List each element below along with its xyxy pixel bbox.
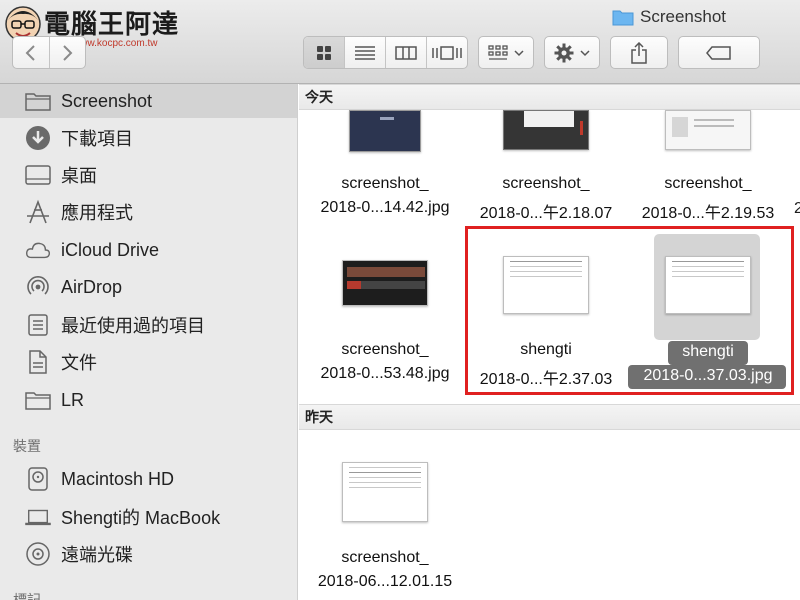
icon-view-button[interactable]: [304, 37, 345, 68]
list-view-button[interactable]: [345, 37, 386, 68]
sidebar-item-airdrop[interactable]: AirDrop: [0, 270, 297, 304]
file-name-line1: screenshot_: [341, 549, 429, 566]
overflow-file-label: 2: [794, 200, 800, 217]
section-header-today: 今天: [299, 84, 800, 110]
sidebar-item-label: 遠端光碟: [61, 545, 133, 565]
file-name-line2: 2018-0...午2.18.07: [479, 205, 613, 222]
file-thumbnail: [349, 110, 421, 152]
applications-icon: [25, 199, 51, 225]
file-thumbnail: [665, 110, 751, 150]
documents-icon: [25, 349, 51, 375]
file-name-line2: 2018-0...午2.37.03: [479, 371, 613, 388]
folder-icon: [25, 88, 51, 114]
sidebar-item-lr[interactable]: LR: [0, 383, 297, 417]
window-title-text: Screenshot: [640, 7, 726, 26]
sidebar-item-screenshot[interactable]: Screenshot: [0, 84, 297, 118]
sidebar-item-label: AirDrop: [61, 276, 123, 297]
back-forward-group: [12, 36, 86, 69]
file-thumbnail: [503, 110, 589, 150]
cover-flow-view-button[interactable]: [427, 37, 467, 68]
file-thumbnail: [342, 260, 428, 306]
section-header-yesterday: 昨天: [299, 404, 800, 430]
file-thumbnail: [665, 256, 751, 314]
file-name-line2: 2018-0...午2.19.53: [641, 205, 775, 222]
file-thumbnail: [503, 256, 589, 314]
column-view-icon: [395, 45, 417, 60]
sidebar-item-downloads[interactable]: 下載項目: [0, 121, 297, 155]
file-name-line1: screenshot_: [341, 341, 429, 358]
sidebar-item-label: 桌面: [61, 166, 97, 186]
chevron-right-icon: [63, 44, 73, 61]
recents-icon: [25, 312, 51, 338]
file-name-line1: screenshot_: [502, 175, 590, 192]
sidebar-section-devices: 裝置: [13, 438, 41, 454]
sidebar-item-remote-disc[interactable]: 遠端光碟: [0, 537, 297, 571]
file-name-line1: screenshot_: [664, 175, 752, 192]
file-name-line1: screenshot_: [341, 175, 429, 192]
hard-drive-icon: [25, 466, 51, 492]
sidebar-item-macintosh-hd[interactable]: Macintosh HD: [0, 462, 297, 496]
sidebar: Screenshot 下載項目 桌面 應用程式 iCloud Drive Air…: [0, 84, 298, 600]
action-button[interactable]: [544, 36, 600, 69]
download-icon: [25, 125, 51, 151]
sidebar-item-label: iCloud Drive: [61, 239, 160, 260]
chevron-down-icon: [514, 49, 524, 56]
sidebar-item-label: 應用程式: [61, 203, 133, 223]
file-name-line2: 2018-0...14.42.jpg: [320, 199, 450, 216]
column-view-button[interactable]: [386, 37, 427, 68]
arrange-grid-icon: [488, 44, 508, 60]
sidebar-item-label: LR: [61, 389, 85, 410]
sidebar-item-label: 下載項目: [61, 129, 133, 149]
sidebar-item-icloud-drive[interactable]: iCloud Drive: [0, 233, 297, 267]
airdrop-icon: [25, 274, 51, 300]
window-toolbar: 電腦王阿達 http://www.kocpc.com.tw Screenshot: [0, 0, 800, 84]
file-browser: 今天 screenshot_ 2018-0...14.42.jpg screen…: [299, 84, 800, 600]
tag-icon: [706, 45, 731, 60]
sidebar-item-label: Shengti的 MacBook: [61, 508, 221, 528]
tag-button[interactable]: [678, 36, 760, 69]
cover-flow-view-icon: [432, 45, 462, 60]
share-icon: [631, 41, 647, 64]
forward-button[interactable]: [49, 37, 85, 68]
share-button[interactable]: [610, 36, 668, 69]
file-name-line1: shengti: [520, 341, 572, 358]
file-name-line2: 2018-06...12.01.15: [317, 573, 453, 590]
folder-icon: [25, 387, 51, 413]
disc-icon: [25, 541, 51, 567]
window-title: Screenshot: [612, 6, 726, 28]
chevron-left-icon: [25, 44, 35, 61]
view-mode-group: [303, 36, 468, 69]
sidebar-item-label: Screenshot: [61, 90, 153, 111]
file-thumbnail: [342, 462, 428, 522]
list-view-icon: [355, 45, 375, 60]
sidebar-item-label: Macintosh HD: [61, 468, 175, 489]
file-name-line2: 2018-0...37.03.jpg: [643, 367, 773, 384]
sidebar-item-applications[interactable]: 應用程式: [0, 195, 297, 229]
sidebar-item-documents[interactable]: 文件: [0, 345, 297, 379]
sidebar-item-label: 文件: [61, 353, 97, 373]
icon-view-icon: [317, 45, 331, 60]
back-button[interactable]: [13, 37, 49, 68]
sidebar-item-desktop[interactable]: 桌面: [0, 158, 297, 192]
cloud-icon: [25, 237, 51, 263]
chevron-down-icon: [580, 49, 590, 56]
sidebar-section-tags: 標記: [13, 592, 41, 600]
sidebar-item-macbook[interactable]: Shengti的 MacBook: [0, 500, 297, 534]
sidebar-item-label: 最近使用過的項目: [61, 316, 205, 336]
file-name-line1: shengti: [682, 343, 734, 360]
laptop-icon: [25, 504, 51, 530]
file-name-line2: 2018-0...53.48.jpg: [320, 365, 450, 382]
sidebar-item-recents[interactable]: 最近使用過的項目: [0, 308, 297, 342]
arrange-button[interactable]: [478, 36, 534, 69]
gear-icon: [554, 43, 574, 62]
folder-icon: [612, 10, 634, 26]
desktop-icon: [25, 162, 51, 188]
